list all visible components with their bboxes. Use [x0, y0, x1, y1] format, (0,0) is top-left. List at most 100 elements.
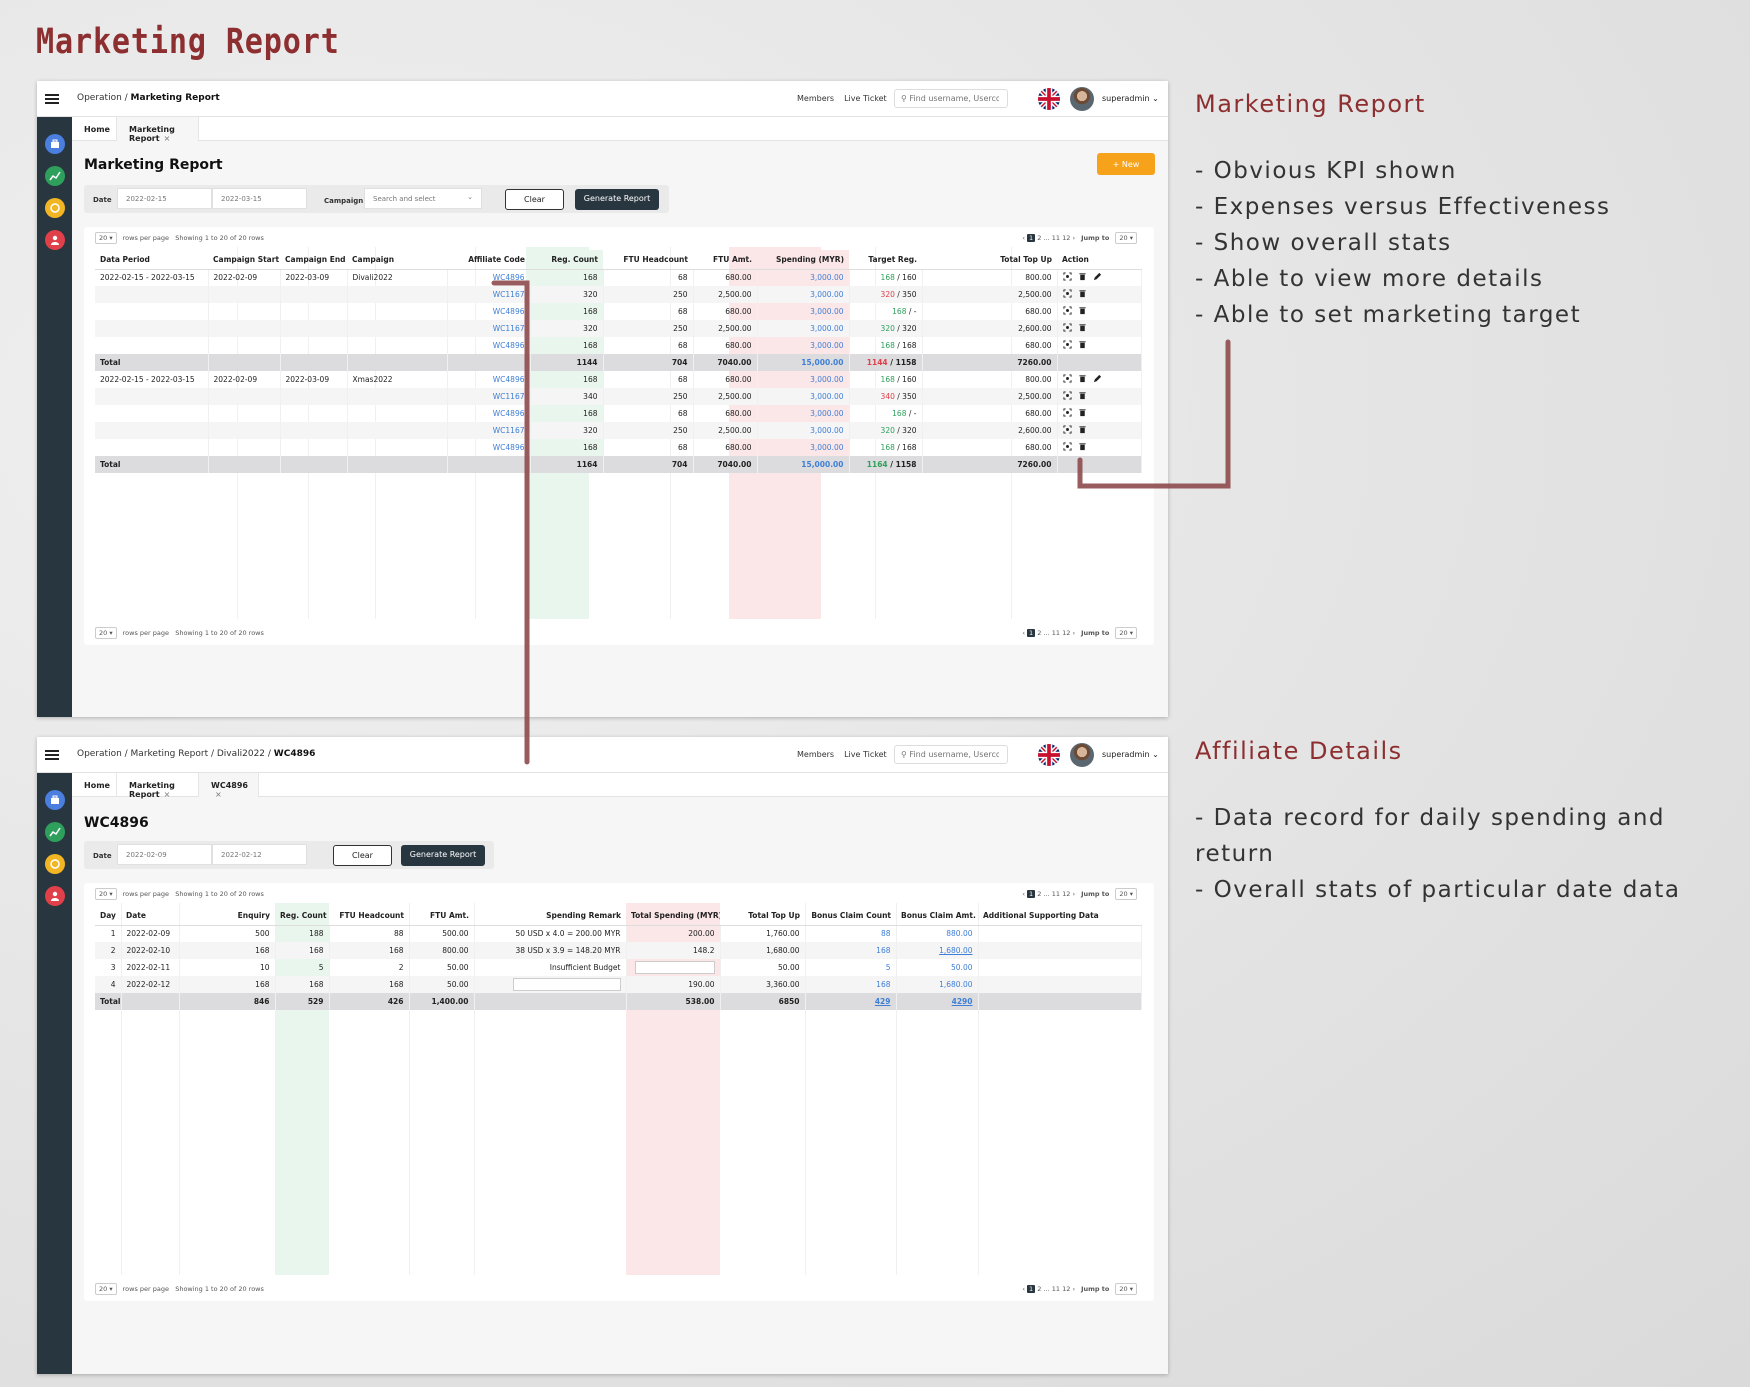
page-link[interactable]: 12: [1062, 629, 1070, 637]
col-spending-remark[interactable]: Spending Remark: [474, 906, 626, 926]
view-details-icon[interactable]: [1062, 408, 1072, 419]
live-ticket-link[interactable]: Live Ticket: [844, 750, 887, 759]
date-to-input[interactable]: 2022-03-15: [212, 188, 307, 209]
page-link[interactable]: 11: [1052, 1285, 1060, 1293]
next-page-icon[interactable]: ›: [1072, 1285, 1075, 1293]
members-link[interactable]: Members: [797, 94, 834, 103]
col-reg-count[interactable]: Reg. Count: [530, 250, 603, 270]
next-page-icon[interactable]: ›: [1072, 629, 1075, 637]
delete-icon[interactable]: [1078, 272, 1087, 283]
view-details-icon[interactable]: [1062, 442, 1072, 453]
bonus-claim-count-link[interactable]: 168: [876, 946, 890, 955]
breadcrumb-path[interactable]: Operation / Marketing Report / Divali202…: [77, 749, 274, 759]
menu-icon[interactable]: [45, 750, 59, 760]
col-spending[interactable]: Spending (MYR): [757, 250, 849, 270]
sidebar-operation-icon[interactable]: [45, 790, 65, 810]
page-link[interactable]: 1: [1027, 1285, 1036, 1293]
tab-home[interactable]: Home: [72, 117, 117, 141]
delete-icon[interactable]: [1078, 425, 1087, 436]
user-menu[interactable]: superadmin ⌄: [1102, 750, 1159, 759]
col-day[interactable]: Day: [95, 906, 121, 926]
page-link[interactable]: 2: [1037, 1285, 1041, 1293]
bonus-claim-amt-link[interactable]: 4290: [952, 997, 973, 1006]
prev-page-icon[interactable]: ‹: [1022, 234, 1025, 242]
bonus-claim-amt-link[interactable]: 50.00: [951, 963, 972, 972]
page-link[interactable]: 11: [1052, 890, 1060, 898]
delete-icon[interactable]: [1078, 306, 1087, 317]
clear-button[interactable]: Clear: [333, 845, 392, 866]
close-icon[interactable]: ×: [215, 790, 222, 799]
delete-icon[interactable]: [1078, 442, 1087, 453]
campaign-select[interactable]: Search and select ⌄: [364, 188, 482, 209]
edit-target-icon[interactable]: [1093, 374, 1102, 385]
col-ftu-headcount[interactable]: FTU Headcount: [329, 906, 409, 926]
sidebar-bonus-icon[interactable]: [45, 854, 65, 874]
rows-per-page-select[interactable]: 20 ▾: [95, 232, 117, 244]
clear-button[interactable]: Clear: [505, 189, 564, 210]
affiliate-code-link[interactable]: WC4896: [493, 273, 525, 282]
jump-select[interactable]: 20 ▾: [1115, 627, 1137, 639]
tab-wc4896[interactable]: WC4896 ×: [199, 773, 259, 799]
view-details-icon[interactable]: [1062, 391, 1072, 402]
affiliate-code-link[interactable]: WC1167: [493, 392, 525, 401]
col-reg-count[interactable]: Reg. Count: [275, 906, 329, 926]
page-link[interactable]: 2: [1037, 234, 1041, 242]
page-link[interactable]: 11: [1052, 234, 1060, 242]
jump-select[interactable]: 20 ▾: [1115, 1283, 1137, 1295]
bonus-claim-count-link[interactable]: 5: [886, 963, 891, 972]
affiliate-code-link[interactable]: WC4896: [493, 341, 525, 350]
delete-icon[interactable]: [1078, 408, 1087, 419]
col-ftu-amt[interactable]: FTU Amt.: [693, 250, 757, 270]
close-icon[interactable]: ×: [164, 790, 171, 799]
search-box[interactable]: ⚲: [894, 745, 1008, 764]
page-link[interactable]: 12: [1062, 890, 1070, 898]
delete-icon[interactable]: [1078, 289, 1087, 300]
sidebar-chart-icon[interactable]: [45, 822, 65, 842]
view-details-icon[interactable]: [1062, 289, 1072, 300]
bonus-claim-amt-link[interactable]: 1,680.00: [939, 980, 972, 989]
col-data-period[interactable]: Data Period: [95, 250, 208, 270]
page-link[interactable]: 12: [1062, 234, 1070, 242]
col-ftu-headcount[interactable]: FTU Headcount: [603, 250, 693, 270]
affiliate-code-link[interactable]: WC1167: [493, 324, 525, 333]
tab-marketing-report[interactable]: Marketing Report ×: [117, 773, 199, 799]
spending-remark-input[interactable]: [512, 978, 621, 991]
affiliate-code-link[interactable]: WC4896: [493, 443, 525, 452]
affiliate-code-link[interactable]: WC4896: [493, 409, 525, 418]
rows-per-page-select[interactable]: 20 ▾: [95, 888, 117, 900]
bonus-claim-count-link[interactable]: 168: [876, 980, 890, 989]
prev-page-icon[interactable]: ‹: [1022, 1285, 1025, 1293]
bonus-claim-count-link[interactable]: 88: [881, 929, 891, 938]
col-total-top-up[interactable]: Total Top Up: [922, 250, 1057, 270]
col-additional-data[interactable]: Additional Supporting Data: [978, 906, 1141, 926]
col-total-top-up[interactable]: Total Top Up: [720, 906, 805, 926]
avatar[interactable]: [1070, 87, 1094, 111]
prev-page-icon[interactable]: ‹: [1022, 629, 1025, 637]
view-details-icon[interactable]: [1062, 306, 1072, 317]
bonus-claim-amt-link[interactable]: 1,680.00: [939, 946, 972, 955]
sidebar-chart-icon[interactable]: [45, 166, 65, 186]
generate-report-button[interactable]: Generate Report: [575, 189, 659, 210]
search-input[interactable]: [909, 750, 1000, 759]
col-enquiry[interactable]: Enquiry: [179, 906, 275, 926]
col-ftu-amt[interactable]: FTU Amt.: [409, 906, 474, 926]
search-input[interactable]: [909, 94, 1000, 103]
page-link[interactable]: 2: [1037, 629, 1041, 637]
delete-icon[interactable]: [1078, 391, 1087, 402]
col-total-spending[interactable]: Total Spending (MYR): [626, 906, 720, 926]
affiliate-code-link[interactable]: WC4896: [493, 307, 525, 316]
page-link[interactable]: 2: [1037, 890, 1041, 898]
page-link[interactable]: 1: [1027, 234, 1036, 242]
tab-home[interactable]: Home: [72, 773, 117, 797]
col-date[interactable]: Date: [121, 906, 179, 926]
affiliate-code-link[interactable]: WC4896: [493, 375, 525, 384]
bonus-claim-count-link[interactable]: 429: [875, 997, 891, 1006]
prev-page-icon[interactable]: ‹: [1022, 890, 1025, 898]
date-from-input[interactable]: 2022-02-09: [117, 844, 212, 865]
col-target-reg[interactable]: Target Reg.: [849, 250, 922, 270]
col-campaign-start[interactable]: Campaign Start: [208, 250, 280, 270]
sidebar-user-icon[interactable]: [45, 886, 65, 906]
jump-select[interactable]: 20 ▾: [1115, 232, 1137, 244]
rows-per-page-select[interactable]: 20 ▾: [95, 1283, 117, 1295]
breadcrumb-path[interactable]: Operation /: [77, 93, 131, 103]
